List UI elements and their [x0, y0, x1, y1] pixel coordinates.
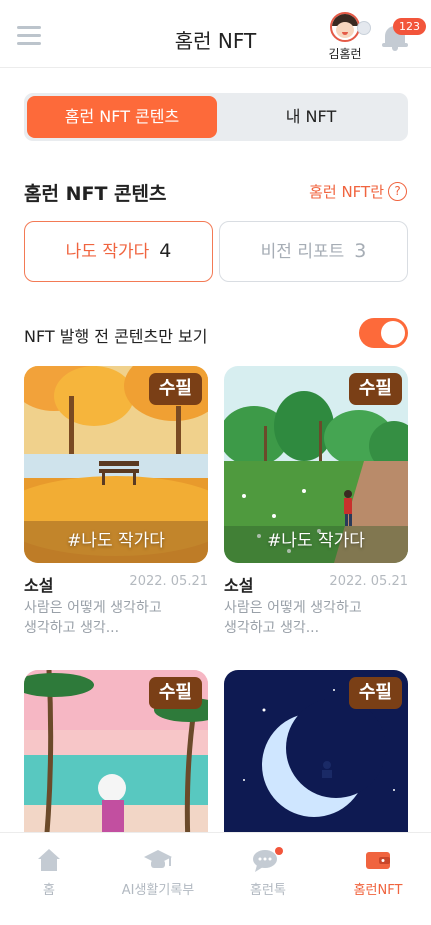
- card-category: 소설: [24, 576, 54, 595]
- card-category: 소설: [224, 576, 254, 595]
- category-vision-report-button[interactable]: 비전 리포트 3: [219, 221, 408, 282]
- toggle-knob: [381, 321, 405, 345]
- chat-bubble-icon: [213, 847, 323, 873]
- category-writer-button[interactable]: 나도 작가다 4: [24, 221, 213, 282]
- genre-tag: 수필: [348, 373, 402, 405]
- card-thumbnail-forest-path: 수필 #나도 작가다: [224, 366, 408, 563]
- nav-label: AI생활기록부: [121, 883, 195, 898]
- wallet-icon: [323, 847, 431, 873]
- tab-my-nft[interactable]: 내 NFT: [217, 96, 405, 138]
- content-card[interactable]: 수필 #나도 작가다 소설 2022. 05.21 사람은 어떻게 생각하고 생…: [224, 366, 408, 638]
- card-hashtag: #나도 작가다: [267, 531, 365, 551]
- nav-label: 홈: [43, 883, 55, 898]
- nav-label: 홈런톡: [250, 883, 286, 898]
- home-icon: [0, 847, 104, 873]
- nav-label: 홈런NFT: [353, 883, 403, 898]
- help-icon: ?: [388, 182, 407, 201]
- profile-name: 김홈런: [328, 47, 362, 61]
- card-description-line: 사람은 어떻게 생각하고: [224, 600, 362, 616]
- avatar: [330, 12, 360, 42]
- pre-issue-filter-toggle[interactable]: [359, 318, 408, 348]
- card-hashtag: #나도 작가다: [67, 531, 165, 551]
- nav-ai-record[interactable]: AI생활기록부: [103, 847, 213, 898]
- card-thumbnail-autumn-bench: 수필 #나도 작가다: [24, 366, 208, 563]
- content-card[interactable]: 수필 #나도 작가다 소설 2022. 05.21 사람은 어떻게 생각하고 생…: [24, 366, 208, 638]
- bottom-navigation: 홈 AI생활기록부 홈런톡 홈런NFT: [0, 832, 431, 925]
- profile-badge-icon: [357, 21, 371, 35]
- filter-label: NFT 발행 전 콘텐츠만 보기: [24, 327, 208, 346]
- nav-homerun-nft[interactable]: 홈런NFT: [323, 847, 431, 898]
- genre-tag: 수필: [348, 677, 402, 709]
- what-is-nft-label: 홈런 NFT란: [309, 183, 384, 201]
- profile-button[interactable]: 김홈런: [323, 12, 367, 62]
- category-count: 4: [159, 240, 172, 262]
- notification-badge: 123: [393, 18, 426, 35]
- genre-tag: 수필: [148, 373, 202, 405]
- card-description-line: 생각하고 생각...: [224, 620, 320, 636]
- card-description-line: 사람은 어떻게 생각하고: [24, 600, 162, 616]
- category-label: 나도 작가다: [65, 242, 150, 262]
- content-tabs: 홈런 NFT 콘텐츠 내 NFT: [24, 93, 408, 141]
- app-header: 홈런 NFT 김홈런 123: [0, 0, 431, 68]
- graduation-cap-icon: [103, 847, 213, 873]
- section-title: 홈런 NFT 콘텐츠: [24, 183, 167, 205]
- card-date: 2022. 05.21: [129, 574, 208, 589]
- category-count: 3: [354, 240, 367, 262]
- nav-homerun-talk[interactable]: 홈런톡: [213, 847, 323, 898]
- category-label: 비전 리포트: [260, 242, 345, 262]
- card-description-line: 생각하고 생각...: [24, 620, 120, 636]
- genre-tag: 수필: [148, 677, 202, 709]
- card-date: 2022. 05.21: [329, 574, 408, 589]
- what-is-nft-link[interactable]: 홈런 NFT란 ?: [309, 181, 407, 202]
- nav-home[interactable]: 홈: [0, 847, 104, 898]
- tab-homerun-nft-contents[interactable]: 홈런 NFT 콘텐츠: [27, 96, 217, 138]
